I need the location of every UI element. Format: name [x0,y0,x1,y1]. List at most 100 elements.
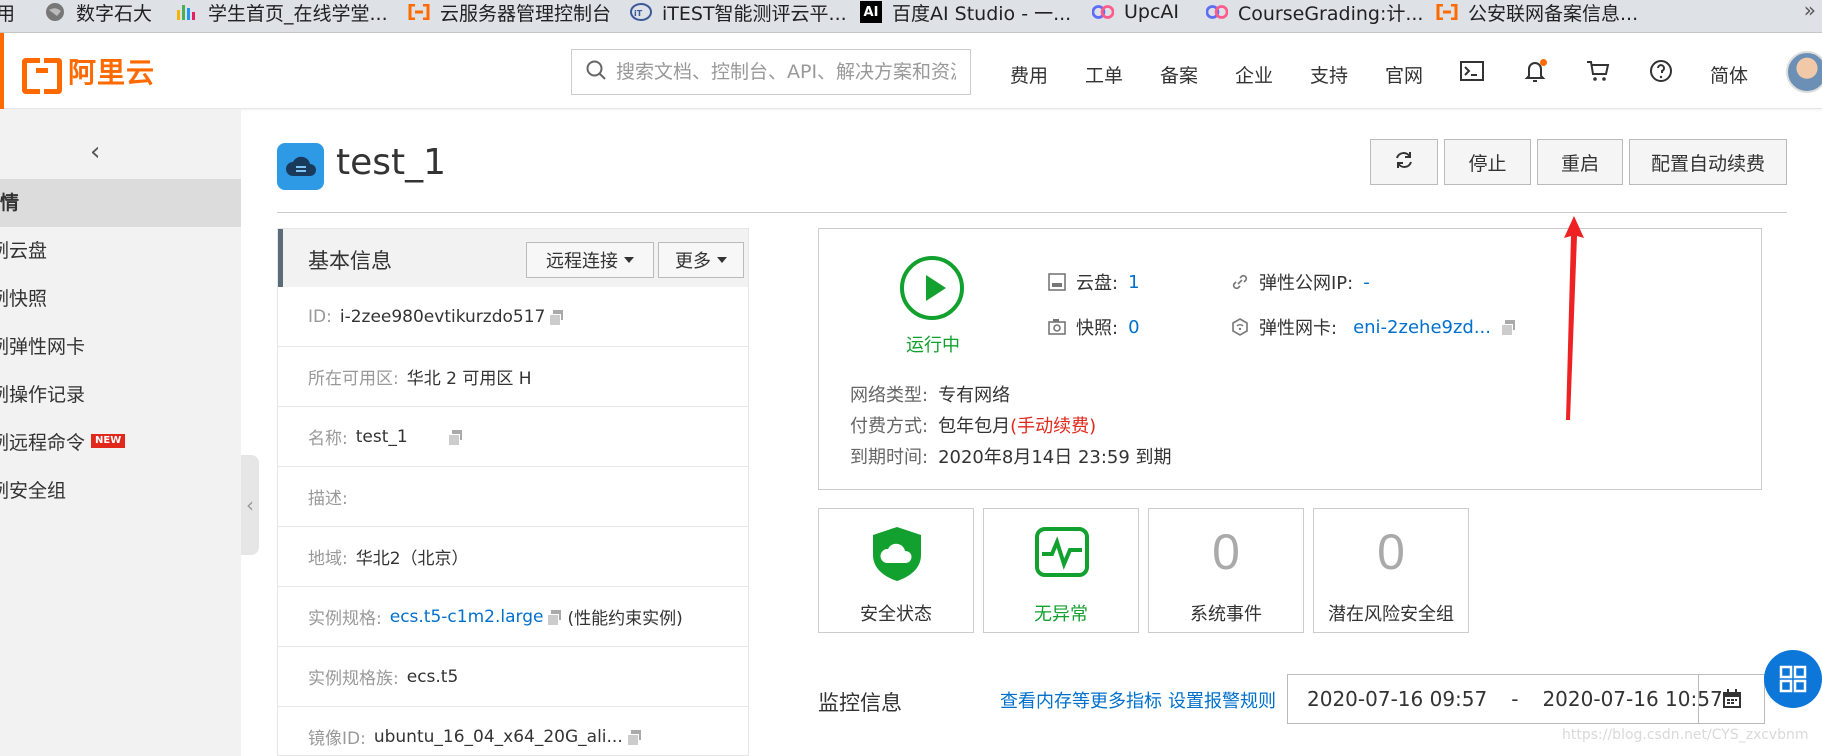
aliyun-logo[interactable]: 阿里云 [22,55,155,94]
more-dropdown[interactable]: 更多 [658,242,744,278]
copy-icon[interactable] [547,609,562,626]
sidebar-item-snapshots[interactable]: 例快照 [0,275,241,323]
restart-button[interactable]: 重启 [1537,139,1623,185]
bookmark-item[interactable]: UpcAI [1092,0,1179,24]
basic-info-title: 基本信息 [308,249,392,273]
more-metrics-link[interactable]: 查看内存等更多指标 [1000,687,1162,713]
itest-icon: iT [630,1,652,23]
card-risk-security-groups[interactable]: 0 潜在风险安全组 [1313,508,1469,633]
stat-disk: 云盘: 1 [1048,269,1140,295]
cg-icon [1206,1,1228,23]
language-switch[interactable]: 简体 [1710,61,1748,88]
help-icon[interactable] [1647,57,1675,85]
shield-cloud-icon [869,525,925,587]
chevron-down-icon [624,257,634,263]
chart-bars-icon [176,1,198,23]
copy-icon[interactable] [626,729,641,746]
bookmark-apps[interactable]: 用 [0,0,15,25]
ecs-instance-icon [277,143,324,190]
header-accent [0,33,4,109]
eni-link[interactable]: eni-2zehe9zd... [1353,317,1491,338]
sidebar-item-eni[interactable]: 例弹性网卡 [0,323,241,371]
sidebar-item-security-group[interactable]: 例安全组 [0,467,241,515]
stat-snapshot: 快照: 0 [1048,314,1140,340]
stat-eni: 弹性网卡: eni-2zehe9zd... [1231,314,1516,340]
cart-icon[interactable] [1584,57,1612,85]
network-card-icon [1231,318,1249,336]
stop-button[interactable]: 停止 [1444,139,1531,185]
instance-type-link[interactable]: ecs.t5-c1m2.large [390,607,544,627]
nav-billing[interactable]: 费用 [1010,61,1048,88]
bookmarks-overflow-button[interactable]: » [1804,0,1816,22]
search-icon [586,60,606,84]
nav-official-site[interactable]: 官网 [1385,61,1423,88]
bookmark-item[interactable]: 公安联网备案信息... [1436,0,1638,25]
date-start[interactable]: 2020-07-16 09:57 [1307,687,1487,711]
risk-groups-count: 0 [1377,524,1405,580]
cg-icon [1092,1,1114,23]
disk-icon [1048,273,1066,291]
bell-icon[interactable] [1521,57,1549,85]
sidebar-item-details[interactable]: 详情 [0,179,241,227]
auto-renew-button[interactable]: 配置自动续费 [1629,139,1787,185]
copy-icon[interactable] [447,429,462,446]
date-range-picker[interactable]: 2020-07-16 09:57 - 2020-07-16 10:57 [1287,674,1765,724]
link-icon [1231,273,1249,291]
remote-connect-button[interactable]: 远程连接 [526,242,654,278]
terminal-icon[interactable] [1458,57,1486,85]
bookmark-item[interactable]: 数字石大 [44,0,152,25]
nav-icp[interactable]: 备案 [1160,61,1198,88]
bookmark-item[interactable]: AI 百度AI Studio - 一... [860,0,1071,25]
info-row-zone: 所在可用区: 华北 2 可用区 H [278,347,748,407]
info-row-region: 地域: 华北2（北京） [278,527,748,587]
svg-text:iT: iT [634,9,643,18]
info-row-instance-family: 实例规格族: ecs.t5 [278,647,748,707]
new-badge: NEW [91,434,126,448]
refresh-icon [1394,150,1414,175]
manual-renew-link[interactable]: (手动续费) [1010,416,1096,437]
nav-tickets[interactable]: 工单 [1085,61,1123,88]
disk-count-link[interactable]: 1 [1128,272,1139,293]
info-row-instance-type: 实例规格: ecs.t5-c1m2.large (性能约束实例) [278,587,748,647]
card-security-status[interactable]: 安全状态 [818,508,974,633]
sidebar-toggle-button[interactable]: ‹ [241,455,259,555]
copy-icon[interactable] [549,309,564,326]
card-no-anomaly[interactable]: 无异常 [983,508,1139,633]
watermark: https://blog.csdn.net/CYS_zxcvbnm [1562,727,1809,743]
sidebar-item-operation-log[interactable]: 例操作记录 [0,371,241,419]
calendar-icon[interactable] [1698,675,1764,723]
meta-network-type: 网络类型: 专有网络 [850,385,1011,406]
chevron-down-icon [717,257,727,263]
status-panel: 运行中 云盘: 1 快照: 0 弹性公网IP: - 弹性网卡: eni-2zehe9zd… [818,228,1762,490]
top-header: 阿里云 费用 工单 备案 企业 支持 官网 简体 [0,33,1822,109]
search-input[interactable] [616,61,956,83]
running-status: 运行中 [906,335,960,356]
search-box[interactable] [571,49,971,95]
bookmark-item[interactable]: 云服务器管理控制台 [408,0,611,25]
bookmark-item[interactable]: CourseGrading:计... [1206,0,1423,25]
nav-enterprise[interactable]: 企业 [1235,61,1273,88]
sidebar: ‹ 详情 例云盘 例快照 例弹性网卡 例操作记录 例远程命令NEW 例安全组 [0,109,241,756]
alarm-rules-link[interactable]: 设置报警规则 [1168,687,1276,713]
info-row-description: 描述: [278,467,748,527]
card-system-events[interactable]: 0 系统事件 [1148,508,1304,633]
date-end[interactable]: 2020-07-16 10:57 [1542,687,1722,711]
stat-eip: 弹性公网IP: - [1231,269,1370,295]
sidebar-item-remote-command[interactable]: 例远程命令NEW [0,419,241,467]
camera-icon [1048,318,1066,336]
basic-info-header: 基本信息 远程连接 更多 [278,229,748,287]
sidebar-item-disks[interactable]: 例云盘 [0,227,241,275]
pulse-monitor-icon [1034,526,1090,582]
info-row-image-id: 镜像ID: ubuntu_16_04_x64_20G_ali... [278,707,748,755]
grid-menu-icon[interactable] [1764,650,1822,708]
aliyun-icon [1436,1,1458,23]
copy-icon[interactable] [1501,320,1516,336]
meta-expire: 到期时间: 2020年8月14日 23:59 到期 [850,447,1172,468]
bookmark-item[interactable]: iT iTEST智能测评云平... [630,0,847,25]
refresh-button[interactable] [1370,139,1438,185]
user-avatar[interactable] [1786,51,1822,93]
sidebar-back-button[interactable]: ‹ [90,137,100,167]
bookmark-item[interactable]: 学生首页_在线学堂... [176,0,388,25]
nav-support[interactable]: 支持 [1310,61,1348,88]
snapshot-count-link[interactable]: 0 [1128,317,1139,338]
